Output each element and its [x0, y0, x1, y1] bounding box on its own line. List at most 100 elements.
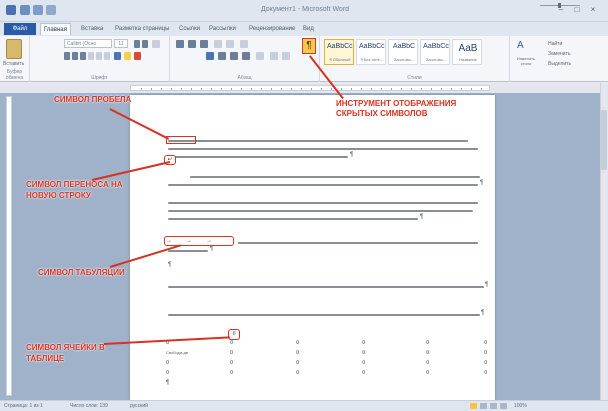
line-spacing-icon[interactable]	[256, 52, 264, 60]
align-right-icon[interactable]	[230, 52, 238, 60]
tab-page-layout[interactable]: Разметка страницы	[112, 23, 172, 35]
paragraph-mark: ¶	[350, 152, 354, 158]
numbering-icon[interactable]	[188, 40, 196, 48]
paragraph-mark: ¶	[210, 246, 214, 252]
italic-icon[interactable]	[72, 52, 78, 60]
font-group-label: Шрифт	[91, 75, 108, 81]
zoom-level[interactable]: 100%	[514, 403, 527, 409]
shading-icon[interactable]	[270, 52, 278, 60]
bullets-icon[interactable]	[176, 40, 184, 48]
ruler-tick	[431, 88, 432, 90]
annotation-newline-line2: НОВУЮ СТРОКУ	[26, 191, 91, 200]
status-page[interactable]: Страница: 1 из 1	[4, 403, 43, 409]
text-effects-icon[interactable]	[114, 52, 121, 60]
cell-mark: ¤	[296, 340, 300, 346]
style-heading-1[interactable]: AaBbC Заголово...	[388, 39, 418, 65]
horizontal-ruler[interactable]	[130, 85, 490, 91]
increase-indent-icon[interactable]	[226, 40, 234, 48]
justify-icon[interactable]	[242, 52, 250, 60]
ruler-tick	[341, 88, 342, 90]
borders-icon[interactable]	[282, 52, 290, 60]
cell-mark: ¤	[230, 340, 234, 346]
align-left-icon[interactable]	[206, 52, 214, 60]
web-layout-view-icon[interactable]	[490, 403, 497, 409]
ruler-tick	[241, 88, 242, 90]
style-normal[interactable]: AaBbCcI ¶ Обычный	[324, 39, 354, 65]
multilevel-list-icon[interactable]	[200, 40, 208, 48]
cell-mark: ¤	[362, 350, 366, 356]
status-language[interactable]: русский	[130, 403, 148, 409]
font-size-select[interactable]: 11	[114, 39, 128, 48]
close-button[interactable]: ×	[586, 4, 600, 16]
ruler-tick	[471, 88, 472, 90]
tab-view[interactable]: Вид	[300, 23, 317, 35]
text-line	[168, 156, 348, 158]
style-name: Заголово...	[425, 57, 447, 62]
sort-icon[interactable]	[240, 40, 248, 48]
bold-icon[interactable]	[64, 52, 70, 60]
redo-icon[interactable]	[46, 5, 56, 15]
tab-insert[interactable]: Вставка	[78, 23, 106, 35]
annotation-newline-marker: ↵	[164, 155, 176, 165]
ruler-tick	[281, 88, 282, 90]
text-line	[168, 210, 473, 212]
ruler-tick	[301, 88, 302, 90]
font-name-select[interactable]: Calibri (Осно	[64, 39, 112, 48]
style-heading-2[interactable]: AaBbCc Заголово...	[420, 39, 450, 65]
word-logo-icon[interactable]	[6, 5, 16, 15]
strikethrough-icon[interactable]	[88, 52, 94, 60]
font-color-icon[interactable]	[134, 52, 141, 60]
underline-icon[interactable]	[80, 52, 86, 60]
style-sample: AaB	[458, 43, 478, 54]
find-button[interactable]: Найти	[548, 40, 562, 48]
text-line	[168, 184, 478, 186]
save-icon[interactable]	[20, 5, 30, 15]
ruler-tick	[391, 88, 392, 90]
word-window: Документ1 - Microsoft Word – □ × Файл Гл…	[0, 0, 608, 411]
paragraph-group-label: Абзац	[237, 75, 252, 81]
full-screen-view-icon[interactable]	[480, 403, 487, 409]
print-layout-view-icon[interactable]	[470, 403, 477, 409]
grow-font-icon[interactable]	[134, 40, 140, 48]
annotation-cell-line1: СИМВОЛ ЯЧЕЙКИ В	[26, 343, 105, 352]
style-title[interactable]: AaB Название	[452, 39, 482, 65]
style-no-spacing[interactable]: AaBbCcI ¶ Без инте...	[356, 39, 386, 65]
annotation-hidden-tool-line1: ИНСТРУМЕНТ ОТОБРАЖЕНИЯ	[336, 99, 457, 108]
change-styles-button[interactable]: A Изменить стили	[514, 38, 538, 68]
tab-file[interactable]: Файл	[4, 23, 36, 35]
cell-mark: ¤	[362, 360, 366, 366]
clear-format-icon[interactable]	[152, 40, 160, 48]
ruler-tick	[481, 88, 482, 90]
align-center-icon[interactable]	[218, 52, 226, 60]
paste-icon[interactable]	[6, 39, 22, 59]
superscript-icon[interactable]	[104, 52, 110, 60]
select-button[interactable]: Выделить	[548, 60, 571, 68]
clipboard-group: Вставить Буфер обмена	[0, 36, 30, 82]
highlight-color-icon[interactable]	[124, 52, 131, 60]
replace-button[interactable]: Заменить	[548, 50, 570, 58]
style-name: ¶ Обычный	[329, 57, 351, 62]
ruler-tick	[231, 88, 232, 90]
text-line	[238, 242, 478, 244]
show-hidden-marks-button[interactable]: ¶	[302, 38, 316, 54]
vertical-ruler[interactable]	[6, 96, 12, 396]
outline-view-icon[interactable]	[500, 403, 507, 409]
cell-mark: ¤	[296, 350, 300, 356]
subscript-icon[interactable]	[96, 52, 102, 60]
scrollbar-thumb[interactable]	[601, 110, 607, 170]
style-name: Название	[459, 57, 477, 62]
ruler-tick	[291, 88, 292, 90]
tab-home[interactable]: Главная	[40, 23, 71, 35]
status-words[interactable]: Число слов: 139	[70, 403, 108, 409]
clipboard-group-label: Буфер обмена	[5, 69, 24, 81]
text-line	[168, 286, 484, 288]
decrease-indent-icon[interactable]	[214, 40, 222, 48]
tab-references[interactable]: Ссылки	[176, 23, 203, 35]
tab-review[interactable]: Рецензирование	[246, 23, 298, 35]
zoom-slider-knob[interactable]	[558, 3, 561, 8]
shrink-font-icon[interactable]	[142, 40, 148, 48]
cell-mark: ¤	[426, 370, 430, 376]
cell-mark: ¤	[484, 370, 488, 376]
tab-mailings[interactable]: Рассылки	[206, 23, 239, 35]
undo-icon[interactable]	[33, 5, 43, 15]
